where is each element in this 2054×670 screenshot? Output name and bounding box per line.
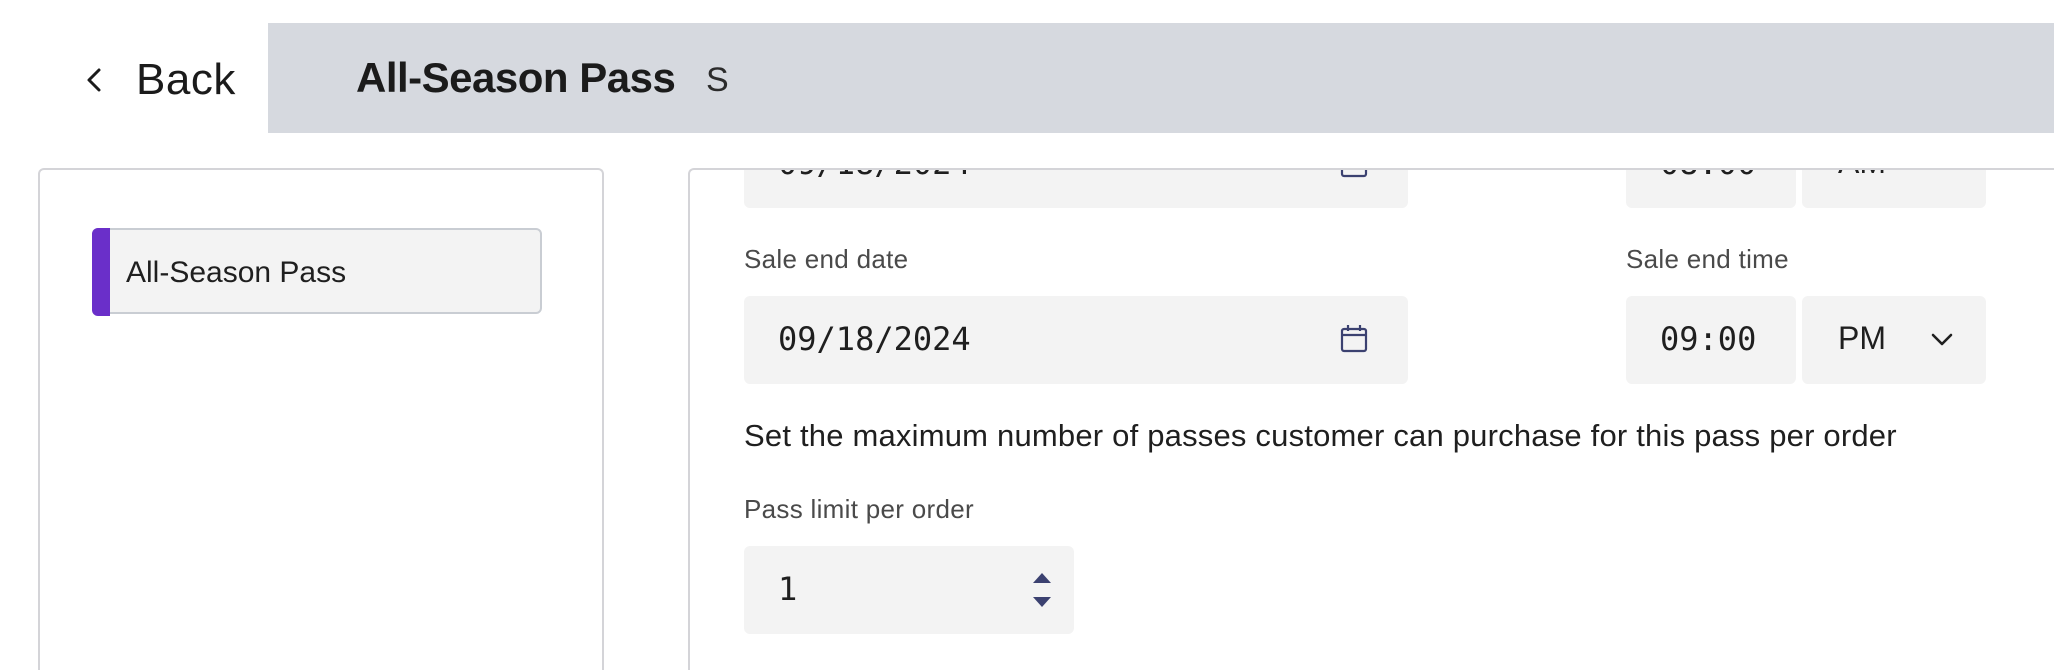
- stepper-arrows-icon[interactable]: [1030, 570, 1054, 610]
- sale-end-date-value: 09/18/2024: [778, 320, 971, 358]
- sale-end-meridiem-value: PM: [1838, 320, 1886, 356]
- chevron-left-icon: [87, 68, 101, 92]
- selected-indicator: [92, 228, 110, 316]
- pass-list-panel: All-Season Pass: [38, 168, 604, 670]
- sale-start-time-input[interactable]: 08:00: [1626, 170, 1796, 208]
- page-header: All-Season Pass S: [268, 23, 2054, 133]
- sale-end-meridiem-select[interactable]: PM: [1802, 296, 1986, 384]
- page-title: All-Season Pass: [356, 54, 676, 101]
- sale-start-date-input[interactable]: 09/18/2024: [744, 170, 1408, 208]
- pass-list-item-label: All-Season Pass: [126, 256, 347, 289]
- pass-limit-stepper[interactable]: 1: [744, 546, 1074, 634]
- sale-end-time-value: 09:00: [1660, 320, 1757, 358]
- calendar-icon: [1340, 170, 1368, 178]
- pass-settings-panel: 09/18/2024 08:00 AM Sale end date Sale e…: [688, 168, 2054, 670]
- back-label: Back: [136, 55, 236, 104]
- sale-end-time-label: Sale end time: [1626, 244, 1789, 274]
- sale-end-date-input[interactable]: 09/18/2024: [744, 296, 1408, 384]
- pass-limit-label: Pass limit per order: [744, 494, 974, 524]
- pass-limit-description: Set the maximum number of passes custome…: [744, 418, 1897, 453]
- status-text: S: [706, 61, 729, 99]
- sale-end-time-input[interactable]: 09:00: [1626, 296, 1796, 384]
- sale-start-meridiem-value: AM: [1838, 170, 1886, 181]
- chevron-down-icon: [1931, 333, 1953, 346]
- pass-list-item-all-season[interactable]: All-Season Pass: [92, 228, 542, 316]
- sale-start-meridiem-select[interactable]: AM: [1802, 170, 1986, 208]
- sale-start-date-value: 09/18/2024: [778, 170, 971, 182]
- sale-end-date-label: Sale end date: [744, 244, 909, 274]
- calendar-icon[interactable]: [1338, 323, 1370, 355]
- back-button[interactable]: Back: [80, 55, 236, 104]
- sale-start-time-value: 08:00: [1660, 170, 1756, 182]
- pass-limit-value: 1: [778, 570, 798, 608]
